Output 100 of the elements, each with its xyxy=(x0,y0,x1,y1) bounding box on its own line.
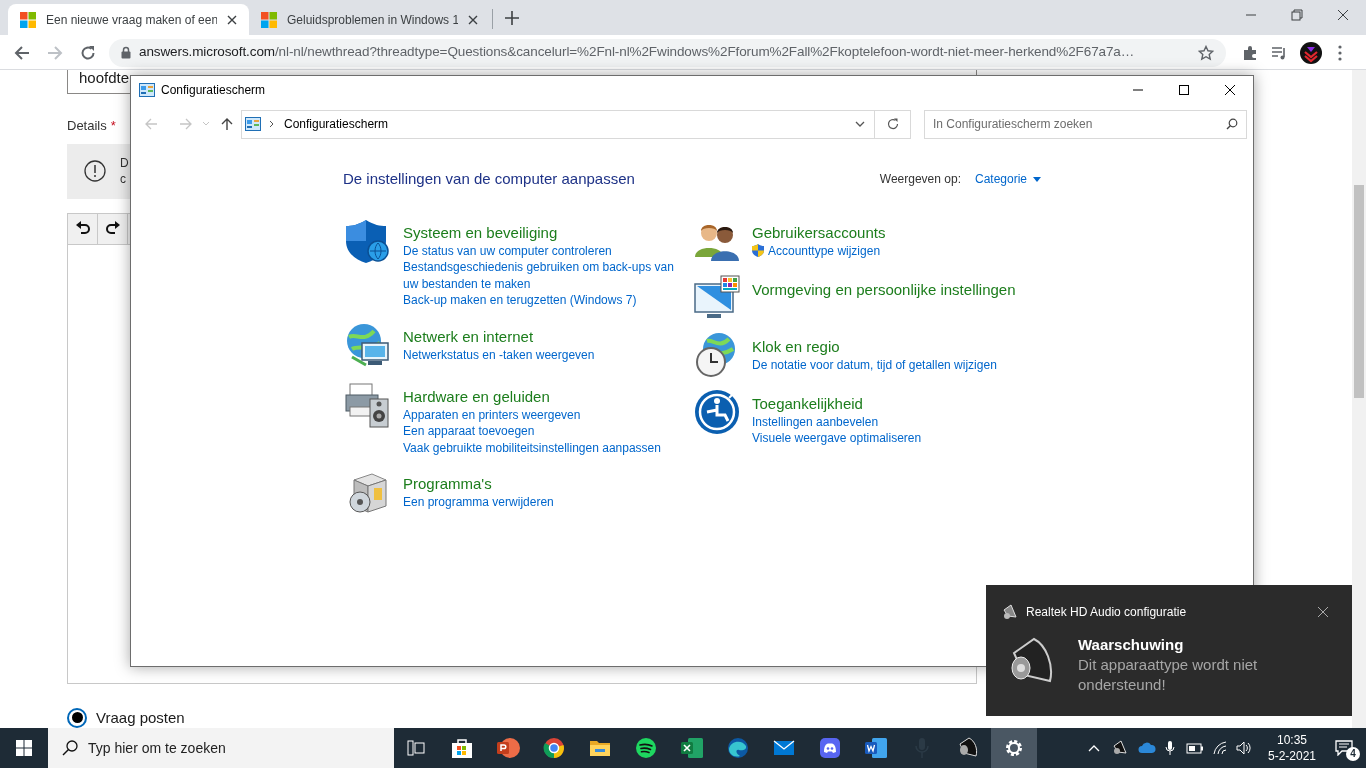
browser-tab[interactable]: Geluidsproblemen in Windows 1 xyxy=(249,4,490,35)
date-text: 5-2-2021 xyxy=(1267,748,1316,764)
category-link[interactable]: Netwerkstatus en -taken weergeven xyxy=(403,346,595,363)
scrollbar-thumb[interactable] xyxy=(1354,185,1364,398)
category-link[interactable]: Een apparaat toevoegen xyxy=(403,423,535,440)
category-link[interactable]: Bestandsgeschiedenis gebruiken om back-ups van uw bestanden te maken xyxy=(403,259,675,292)
search-field[interactable]: In Configuratiescherm zoeken xyxy=(924,109,1247,139)
close-icon[interactable] xyxy=(1337,9,1349,21)
category-link[interactable]: De notatie voor datum, tijd of getallen wijzigen xyxy=(752,356,997,373)
music-circle-icon xyxy=(635,737,657,759)
category-title[interactable]: Gebruikersaccounts xyxy=(752,222,886,242)
restore-icon[interactable] xyxy=(1291,9,1303,21)
up-arrow-icon[interactable] xyxy=(220,117,234,131)
menu-icon[interactable] xyxy=(1338,44,1342,61)
close-icon[interactable] xyxy=(468,14,478,25)
notification-count-badge: 4 xyxy=(1346,747,1360,761)
refresh-button[interactable] xyxy=(875,109,911,139)
tab-title: Geluidsproblemen in Windows 1 xyxy=(287,11,458,29)
address-bar[interactable]: answers.microsoft.com/nl-nl/newthread?threadtype=Questions&cancelurl=%2Fnl-nl%2Fwindows%2Fforum%2Fall%2Fkoptelefoon-wordt-niet-meer-herkend%2F67a7a… xyxy=(109,38,1226,67)
star-icon[interactable] xyxy=(1198,44,1214,61)
document-app-icon xyxy=(864,737,888,759)
spreadsheet-app-icon xyxy=(680,737,704,759)
close-icon[interactable] xyxy=(227,14,237,25)
undo-icon[interactable] xyxy=(74,220,91,237)
chevron-right-icon xyxy=(269,120,275,128)
printer-with-speaker-icon xyxy=(344,380,392,429)
address-bar[interactable]: Configuratiescherm xyxy=(241,109,875,139)
notice-text: c xyxy=(120,171,127,187)
chevron-down-icon[interactable] xyxy=(855,121,865,127)
action-center-button[interactable]: 4 xyxy=(1322,728,1366,768)
windows-logo-icon xyxy=(20,11,36,28)
category-link[interactable]: Vaak gebruikte mobiliteitsinstellingen aanpassen xyxy=(403,439,661,456)
task-view-icon xyxy=(407,740,425,756)
notification-title: Waarschuwing xyxy=(1078,635,1185,655)
category-link[interactable]: Apparaten en printers weergeven xyxy=(403,406,581,423)
scrollbar[interactable] xyxy=(1352,70,1366,728)
control-panel-icon xyxy=(245,117,261,131)
refresh-icon xyxy=(886,118,899,130)
volume-icon[interactable] xyxy=(1236,741,1252,755)
speaker-icon xyxy=(1002,604,1018,620)
presentation-app-icon xyxy=(496,737,520,759)
browser-icon xyxy=(543,737,565,759)
tab-title: Een nieuwe vraag maken of een xyxy=(46,11,217,29)
notification-message: Dit apparaattype wordt niet ondersteund! xyxy=(1078,655,1259,695)
control-panel-icon xyxy=(139,83,155,97)
category-title[interactable]: Hardware en geluiden xyxy=(403,386,550,406)
caret-icon xyxy=(1033,176,1041,182)
clock[interactable]: 10:35 5-2-2021 xyxy=(1262,732,1322,764)
breadcrumb[interactable]: Configuratiescherm xyxy=(284,115,389,133)
category-title[interactable]: Netwerk en internet xyxy=(403,326,534,346)
radio-label: Vraag posten xyxy=(96,707,185,728)
view-label: Weergeven op: xyxy=(879,171,961,189)
cloud-icon[interactable] xyxy=(1138,742,1156,754)
lock-icon[interactable] xyxy=(121,46,131,59)
app-name: Realtek HD Audio configuratie xyxy=(1026,604,1187,621)
taskbar-app[interactable] xyxy=(991,728,1037,768)
category-title[interactable]: Toegankelijkheid xyxy=(752,393,863,413)
browser-tab[interactable]: Een nieuwe vraag maken of een xyxy=(8,4,249,35)
maximize-icon[interactable] xyxy=(1179,85,1189,95)
chevron-up-icon[interactable] xyxy=(1088,744,1100,752)
taskbar-search-field[interactable]: Typ hier om te zoeken xyxy=(48,728,394,768)
search-icon xyxy=(62,740,78,756)
profile-avatar-icon[interactable] xyxy=(1300,41,1322,64)
reload-icon[interactable] xyxy=(80,44,96,61)
battery-icon[interactable] xyxy=(1186,742,1204,754)
category-link[interactable]: Instellingen aanbevelen xyxy=(752,413,879,430)
back-icon[interactable] xyxy=(14,44,30,61)
view-dropdown[interactable]: Categorie xyxy=(974,170,1041,189)
folder-icon xyxy=(589,738,611,758)
wave-browser-icon xyxy=(727,737,749,759)
category-title[interactable]: Klok en regio xyxy=(752,336,840,356)
category-link[interactable]: Visuele weergave optimaliseren xyxy=(752,430,922,447)
close-icon[interactable] xyxy=(1225,85,1235,95)
settings-icon xyxy=(1004,738,1024,758)
wifi-icon[interactable] xyxy=(1213,741,1229,755)
search-placeholder: Typ hier om te zoeken xyxy=(88,738,226,758)
game-controller-icon xyxy=(819,737,841,759)
exclamation-circle-icon xyxy=(84,160,106,182)
category-link[interactable]: Back-up maken en terugzetten (Windows 7) xyxy=(403,292,637,309)
accessibility-icon xyxy=(693,387,741,436)
category-title[interactable]: Systeem en beveiliging xyxy=(403,222,558,242)
category-title[interactable]: Programma's xyxy=(403,474,492,493)
category-link[interactable]: De status van uw computer controleren xyxy=(403,242,612,259)
category-title[interactable]: Vormgeving en persoonlijke instellingen xyxy=(752,279,1016,299)
notice-text: D xyxy=(120,155,129,171)
microphone-icon[interactable] xyxy=(1165,740,1175,756)
category-link[interactable]: Een programma verwijderen xyxy=(403,494,554,511)
category-link[interactable]: Accounttype wijzigen xyxy=(752,242,881,259)
new-tab-icon[interactable] xyxy=(505,11,519,25)
loudspeaker-icon[interactable] xyxy=(1112,740,1128,756)
uac-shield-icon xyxy=(752,244,764,258)
puzzle-icon[interactable] xyxy=(1242,44,1258,61)
windows-icon xyxy=(16,740,32,756)
window-title: Configuratiescherm xyxy=(161,82,266,99)
redo-icon[interactable] xyxy=(104,220,121,237)
details-label: Details xyxy=(67,117,107,135)
envelope-icon xyxy=(773,739,795,757)
search-placeholder: In Configuratiescherm zoeken xyxy=(933,116,1093,133)
close-icon[interactable] xyxy=(1318,607,1328,617)
required-mark: * xyxy=(110,117,116,135)
